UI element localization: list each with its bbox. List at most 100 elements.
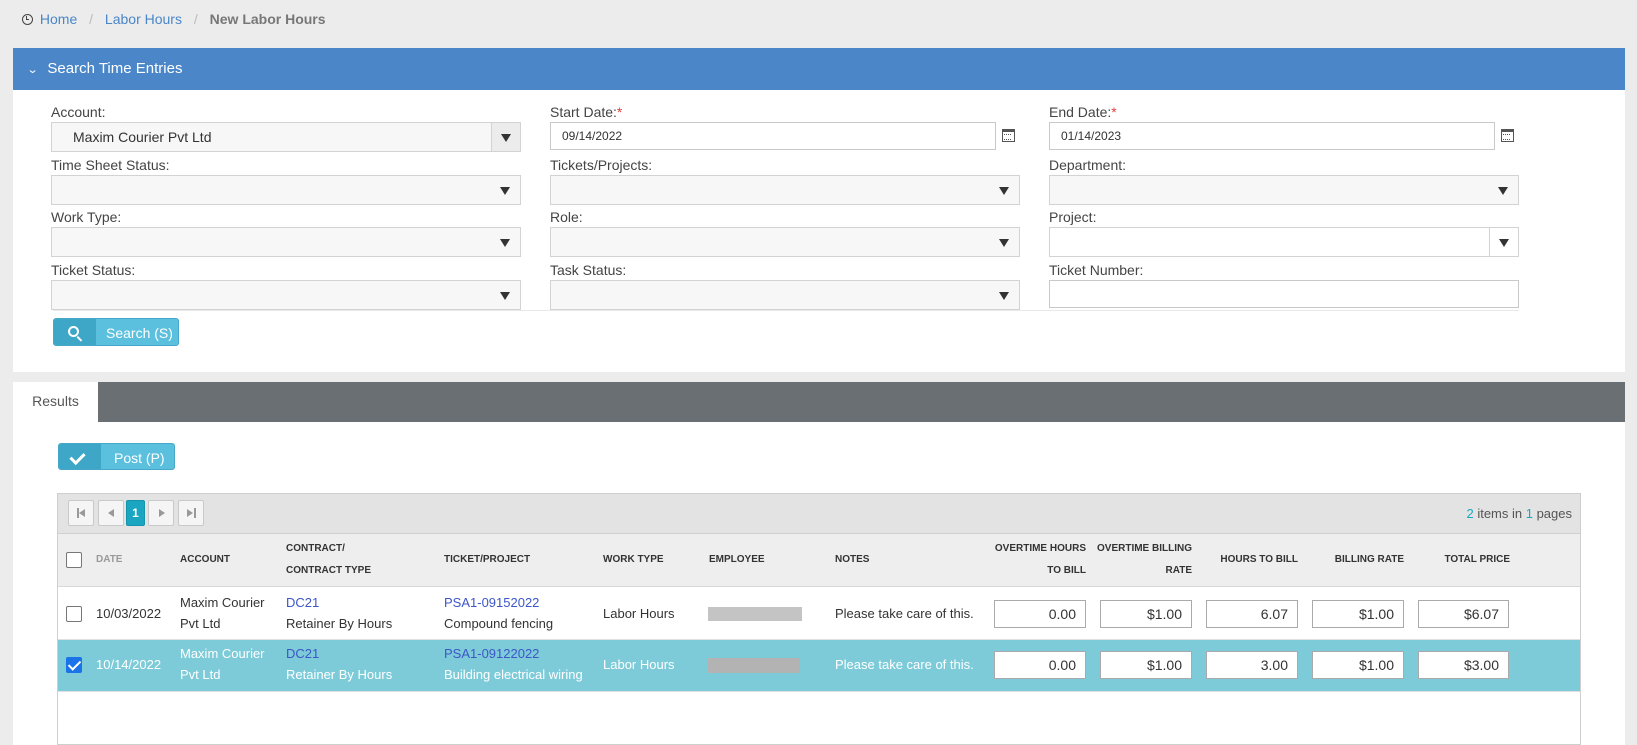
- column-header-work-type[interactable]: WORK TYPE: [603, 549, 664, 571]
- next-page-button[interactable]: [148, 500, 174, 526]
- required-marker: *: [616, 104, 623, 120]
- column-header-account[interactable]: ACCOUNT: [180, 549, 230, 571]
- work-type-select[interactable]: [51, 227, 521, 257]
- account-select[interactable]: Maxim Courier Pvt Ltd: [51, 122, 521, 152]
- chevron-down-icon: ⌄: [26, 64, 39, 76]
- table-row-selected[interactable]: 10/14/2022 Maxim Courier Pvt Ltd DC21 Reta…: [58, 640, 1580, 692]
- calendar-icon[interactable]: [1501, 129, 1514, 142]
- cell-work-type: Labor Hours: [603, 606, 675, 621]
- required-marker: *: [1111, 104, 1117, 120]
- cell-contract: DC21 Retainer By Hours: [286, 595, 393, 631]
- account-label: Account:: [51, 104, 106, 120]
- pager: 1 2 items in 1 pages: [58, 494, 1580, 534]
- search-button[interactable]: Search (S): [53, 318, 179, 346]
- column-header-notes[interactable]: NOTES: [835, 549, 869, 571]
- divider: [53, 310, 1519, 311]
- ticket-number-label: Ticket Number:: [1049, 262, 1144, 278]
- ticket-number-input[interactable]: [1049, 280, 1519, 308]
- cell-notes: Please take care of this.: [835, 606, 974, 621]
- column-header-hours-to-bill[interactable]: HOURS TO BILL: [1220, 549, 1298, 571]
- caret-down-icon: [1498, 187, 1508, 195]
- column-header-ticket-project[interactable]: TICKET/PROJECT: [444, 549, 530, 571]
- billing-rate-input[interactable]: $1.00: [1312, 651, 1404, 679]
- cell-account: Maxim Courier Pvt Ltd: [180, 595, 265, 631]
- grid-header: DATE ACCOUNT CONTRACT/CONTRACT TYPE TICK…: [58, 534, 1580, 587]
- search-button-icon-area: [54, 319, 96, 345]
- table-row[interactable]: 10/03/2022 Maxim Courier Pvt Ltd DC21 Reta…: [58, 588, 1580, 640]
- hours-to-bill-input[interactable]: 6.07: [1206, 600, 1298, 628]
- page-1-button[interactable]: 1: [126, 500, 145, 526]
- overtime-hours-input[interactable]: 0.00: [994, 600, 1086, 628]
- pager-info: 2 items in 1 pages: [1466, 506, 1572, 521]
- project-select[interactable]: [1049, 227, 1519, 257]
- caret-down-icon: [500, 187, 510, 195]
- calendar-icon[interactable]: [1002, 129, 1015, 142]
- overtime-hours-input[interactable]: 0.00: [994, 651, 1086, 679]
- cell-notes: Please take care of this.: [835, 657, 974, 672]
- column-header-overtime-hours[interactable]: OVERTIME HOURS TO BILL: [995, 538, 1086, 582]
- breadcrumb-labor-hours-link[interactable]: Labor Hours: [105, 11, 182, 27]
- task-status-select[interactable]: [550, 280, 1020, 310]
- breadcrumb-current: New Labor Hours: [209, 11, 326, 27]
- tickets-projects-label: Tickets/Projects:: [550, 157, 653, 173]
- total-price-input[interactable]: $3.00: [1418, 651, 1509, 679]
- start-date-input[interactable]: 09/14/2022: [550, 122, 996, 150]
- results-tab-strip: Results: [13, 382, 1625, 422]
- column-header-employee[interactable]: EMPLOYEE: [709, 549, 765, 571]
- post-button[interactable]: Post (P): [58, 443, 175, 470]
- project-dropdown-button[interactable]: [1489, 228, 1518, 256]
- checkmark-icon: [69, 448, 86, 466]
- time-entries-grid: 1 2 items in 1 pages DATE ACCOUNT CONTRA…: [57, 493, 1581, 745]
- time-sheet-status-select[interactable]: [51, 175, 521, 205]
- ticket-status-select[interactable]: [51, 280, 521, 310]
- search-panel-header[interactable]: ⌄ Search Time Entries: [13, 48, 1625, 90]
- caret-down-icon: [999, 239, 1009, 247]
- column-header-contract[interactable]: CONTRACT/CONTRACT TYPE: [286, 538, 371, 582]
- cell-ticket: PSA1-09152022 Compound fencing: [444, 595, 554, 631]
- total-price-input[interactable]: $6.07: [1418, 600, 1509, 628]
- caret-down-icon: [999, 292, 1009, 300]
- ticket-link[interactable]: PSA1-09152022: [444, 595, 539, 610]
- caret-down-icon: [501, 134, 511, 142]
- end-date-input[interactable]: 01/14/2023: [1049, 122, 1495, 150]
- search-button-label: Search (S): [106, 325, 173, 341]
- account-dropdown-button[interactable]: [491, 123, 520, 151]
- account-select-value: Maxim Courier Pvt Ltd: [73, 129, 212, 145]
- hours-to-bill-input[interactable]: 3.00: [1206, 651, 1298, 679]
- prev-page-button[interactable]: [98, 500, 124, 526]
- task-status-label: Task Status:: [550, 262, 627, 278]
- column-header-billing-rate[interactable]: BILLING RATE: [1335, 549, 1404, 571]
- first-page-icon: [79, 509, 85, 517]
- contract-link[interactable]: DC21: [286, 595, 319, 610]
- row-checkbox-checked[interactable]: [66, 657, 82, 673]
- last-page-button[interactable]: [178, 500, 204, 526]
- overtime-rate-input[interactable]: $1.00: [1100, 600, 1192, 628]
- select-all-checkbox[interactable]: [66, 552, 82, 568]
- tab-results[interactable]: Results: [13, 382, 98, 422]
- role-select[interactable]: [550, 227, 1020, 257]
- breadcrumb: Home / Labor Hours / New Labor Hours: [22, 11, 326, 27]
- tickets-projects-select[interactable]: [550, 175, 1020, 205]
- cell-date: 10/14/2022: [96, 657, 162, 672]
- cell-contract: DC21 Retainer By Hours: [286, 646, 393, 682]
- overtime-rate-input[interactable]: $1.00: [1100, 651, 1192, 679]
- billing-rate-input[interactable]: $1.00: [1312, 600, 1404, 628]
- first-page-button[interactable]: [68, 500, 94, 526]
- row-checkbox[interactable]: [66, 606, 82, 622]
- column-header-total-price[interactable]: TOTAL PRICE: [1444, 549, 1510, 571]
- next-page-icon: [159, 509, 165, 517]
- caret-down-icon: [1499, 239, 1509, 247]
- breadcrumb-separator: /: [89, 11, 94, 27]
- clock-icon: [22, 14, 33, 25]
- end-date-label: End Date:*: [1049, 104, 1117, 120]
- last-page-icon: [187, 509, 193, 517]
- start-date-label: Start Date:*: [550, 104, 623, 120]
- contract-link[interactable]: DC21: [286, 646, 319, 661]
- employee-redacted: [708, 658, 800, 673]
- department-select[interactable]: [1049, 175, 1519, 205]
- column-header-overtime-billing-rate[interactable]: OVERTIME BILLING RATE: [1097, 538, 1192, 582]
- column-header-date[interactable]: DATE: [96, 549, 122, 571]
- breadcrumb-home-link[interactable]: Home: [40, 11, 77, 27]
- search-icon: [68, 326, 79, 337]
- ticket-link[interactable]: PSA1-09122022: [444, 646, 539, 661]
